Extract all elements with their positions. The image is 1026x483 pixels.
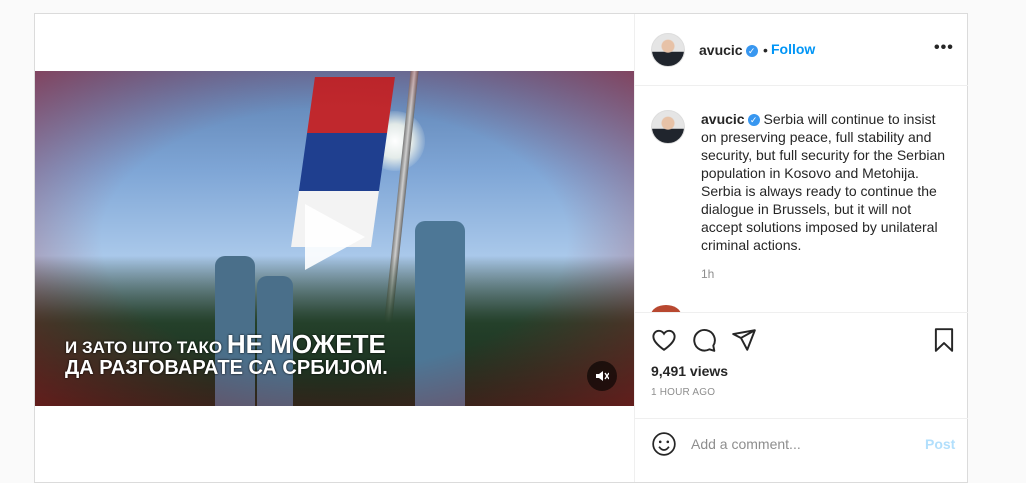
follow-button[interactable]: Follow <box>771 41 815 57</box>
comment-text: Serbia will continue to insist on preser… <box>701 111 946 253</box>
instagram-post: И ЗАТО ШТО ТАКО НЕ МОЖЕТЕ ДА РАЗГОВАРАТЕ… <box>34 13 968 483</box>
verified-badge-icon: ✓ <box>745 45 758 58</box>
avatar[interactable] <box>651 305 681 312</box>
comment-text: __________________ <box>701 301 842 312</box>
post-header: avucic ✓ • Follow ••• <box>635 14 968 86</box>
comment-input[interactable]: Add a comment... <box>691 436 801 452</box>
comment-icon[interactable] <box>691 327 717 353</box>
comments-area[interactable]: avucic ✓ Serbia will continue to insist o… <box>635 86 968 312</box>
post-timestamp[interactable]: 1 HOUR AGO <box>651 387 715 398</box>
caption-comment: avucic ✓ Serbia will continue to insist o… <box>701 110 951 254</box>
views-count[interactable]: 9,491 views <box>651 363 728 379</box>
avatar[interactable] <box>651 110 685 144</box>
play-icon[interactable] <box>305 204 365 270</box>
heart-icon[interactable] <box>651 327 677 353</box>
video-player[interactable]: И ЗАТО ШТО ТАКО НЕ МОЖЕТЕ ДА РАЗГОВАРАТЕ… <box>35 71 634 406</box>
caption-line1-big: НЕ МОЖЕТЕ <box>226 329 386 359</box>
emoji-icon[interactable] <box>651 431 677 457</box>
verified-badge-icon: ✓ <box>747 114 760 127</box>
header-username[interactable]: avucic ✓ <box>699 42 758 58</box>
post-sidebar: avucic ✓ • Follow ••• avucic ✓ Serbia will… <box>634 14 968 482</box>
add-comment-bar: Add a comment... Post <box>635 418 968 474</box>
action-bar: 9,491 views 1 HOUR AGO <box>635 312 968 419</box>
bookmark-icon[interactable] <box>931 327 957 353</box>
caption-line2: ДА РАЗГОВАРАТЕ СА СРБИЈОМ. <box>65 357 388 379</box>
share-icon[interactable] <box>731 327 757 353</box>
post-button[interactable]: Post <box>925 436 955 452</box>
mute-icon[interactable] <box>587 361 617 391</box>
list-item: __________________ <box>651 301 951 312</box>
media-panel: И ЗАТО ШТО ТАКО НЕ МОЖЕТЕ ДА РАЗГОВАРАТЕ… <box>35 14 634 482</box>
comment-username[interactable]: avucic <box>701 111 745 127</box>
comment-time[interactable]: 1h <box>701 267 714 281</box>
separator-dot: • <box>763 42 768 58</box>
more-options-icon[interactable]: ••• <box>934 39 954 57</box>
caption-line1-small: И ЗАТО ШТО ТАКО <box>65 338 223 357</box>
avatar[interactable] <box>651 33 685 67</box>
video-caption: И ЗАТО ШТО ТАКО НЕ МОЖЕТЕ ДА РАЗГОВАРАТЕ… <box>65 331 388 379</box>
